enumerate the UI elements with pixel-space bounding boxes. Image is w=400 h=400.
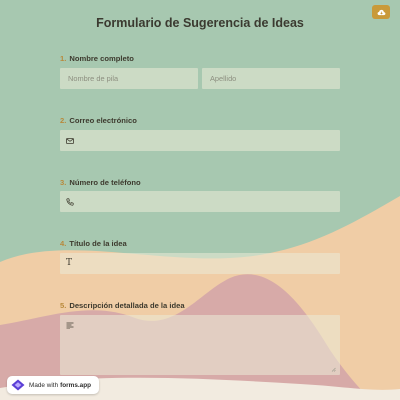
email-input[interactable]	[60, 130, 340, 151]
question-number: 5.	[60, 301, 67, 310]
first-name-input[interactable]: Nombre de pila	[60, 68, 198, 89]
question-number: 4.	[60, 239, 67, 248]
question-text: Título de la idea	[69, 239, 127, 248]
phone-icon	[66, 197, 74, 206]
brand-name: forms.app	[60, 381, 92, 389]
form-title: Formulario de Sugerencia de Ideas	[96, 16, 304, 30]
made-with-forms-app-badge[interactable]: Made with forms.app	[7, 376, 100, 394]
text-t-icon: T	[66, 258, 73, 268]
last-name-input[interactable]: Apellido	[202, 68, 340, 89]
resize-handle-icon[interactable]	[331, 367, 336, 372]
question-text: Correo electrónico	[69, 116, 137, 125]
question-label-phone: 3. Número de teléfono	[60, 178, 141, 187]
forms-app-logo-icon	[11, 379, 25, 391]
question-text: Número de teléfono	[69, 178, 141, 187]
phone-input[interactable]	[60, 191, 340, 212]
idea-title-input[interactable]: T	[60, 253, 340, 274]
question-label-idea-description: 5. Descripción detallada de la idea	[60, 301, 185, 310]
made-with-text: Made with	[29, 381, 59, 389]
envelope-icon	[66, 137, 74, 144]
form-page: Formulario de Sugerencia de Ideas 1. Nomb…	[0, 0, 400, 400]
cloud-icon	[377, 9, 385, 15]
question-number: 2.	[60, 116, 67, 125]
idea-description-textarea[interactable]	[60, 315, 340, 375]
question-text: Descripción detallada de la idea	[69, 301, 185, 310]
question-number: 1.	[60, 54, 67, 63]
paragraph-lines-icon	[66, 322, 74, 329]
question-number: 3.	[60, 178, 67, 187]
question-label-idea-title: 4. Título de la idea	[60, 239, 127, 248]
first-name-placeholder: Nombre de pila	[68, 74, 119, 83]
question-text: Nombre completo	[69, 54, 134, 63]
question-label-email: 2. Correo electrónico	[60, 116, 137, 125]
last-name-placeholder: Apellido	[210, 74, 237, 83]
question-label-full-name: 1. Nombre completo	[60, 54, 134, 63]
